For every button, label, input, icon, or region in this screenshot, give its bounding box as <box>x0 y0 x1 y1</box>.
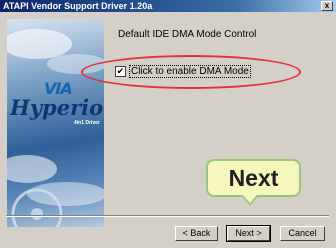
section-description: Default IDE DMA Mode Control <box>118 29 257 40</box>
close-button[interactable]: x <box>321 1 333 11</box>
installer-window: ATAPI Vendor Support Driver 1.20a x VIA … <box>0 0 336 248</box>
next-callout: Next <box>206 159 301 197</box>
title-bar: ATAPI Vendor Support Driver 1.20a x <box>0 0 336 12</box>
hyperion-logo: Hyperion <box>10 95 104 120</box>
window-title: ATAPI Vendor Support Driver 1.20a <box>3 1 153 11</box>
next-button[interactable]: Next > <box>226 225 271 242</box>
callout-text: Next <box>228 165 279 191</box>
highlight-oval <box>81 55 301 89</box>
logo-subtitle: 4in1 Driver <box>74 120 100 126</box>
cancel-button[interactable]: Cancel <box>280 226 325 241</box>
callout-pointer-inner <box>243 195 257 203</box>
back-button[interactable]: < Back <box>175 226 218 241</box>
side-banner-image: VIA Hyperion 4in1 Driver <box>7 19 104 227</box>
button-separator <box>6 215 329 217</box>
